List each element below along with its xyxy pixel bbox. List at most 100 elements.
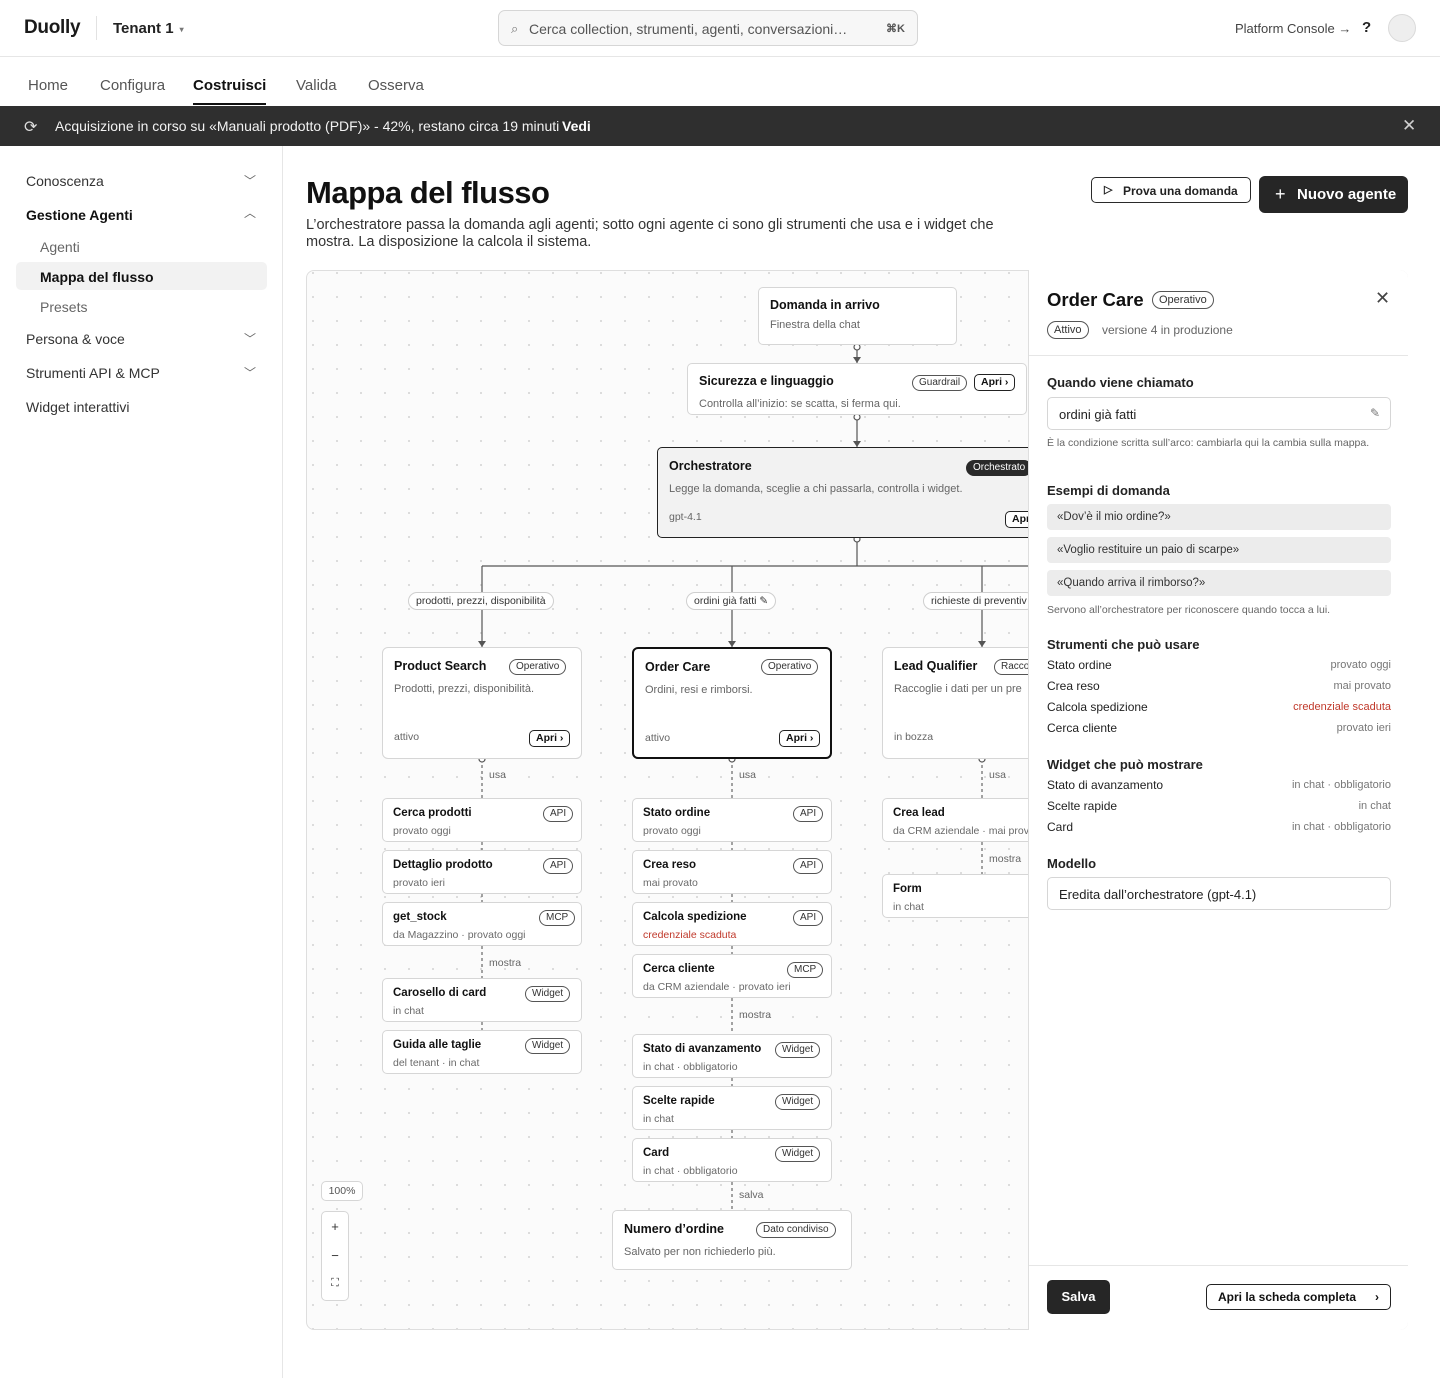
sidebar-item-persona-voce[interactable]: Persona & voce xyxy=(26,331,125,347)
close-icon[interactable]: ✕ xyxy=(1375,288,1390,309)
help-icon[interactable]: ? xyxy=(1362,19,1371,36)
kind-badge: Widget xyxy=(525,986,571,1002)
widget-status: in chat xyxy=(643,1113,674,1125)
widget-row[interactable]: Card in chat · obbligatorio xyxy=(1047,820,1391,836)
example-item[interactable]: «Dov’è il mio ordine?» xyxy=(1047,504,1391,530)
tenant-selector[interactable]: Tenant 1 ▾ xyxy=(113,20,184,37)
tool-node[interactable]: Crea reso API mai provato xyxy=(632,850,832,894)
zoom-out-button[interactable]: − xyxy=(322,1248,348,1263)
trigger-heading: Quando viene chiamato xyxy=(1047,375,1194,390)
agent-card[interactable]: Product Search Operativo Prodotti, prezz… xyxy=(382,647,582,759)
tool-name: Calcola spedizione xyxy=(643,911,747,923)
page-title: Mappa del flusso xyxy=(306,175,550,210)
close-icon[interactable]: ✕ xyxy=(1402,116,1416,136)
brand-logo[interactable]: Duolly xyxy=(24,17,81,39)
avatar[interactable] xyxy=(1388,14,1416,42)
sidebar-item-widget[interactable]: Widget interattivi xyxy=(26,399,129,415)
widget-row[interactable]: Scelte rapide in chat xyxy=(1047,799,1391,815)
sidebar-item-presets[interactable]: Presets xyxy=(40,299,87,315)
top-bar: Duolly Tenant 1 ▾ ⌕ ⌘K Platform Console →… xyxy=(0,0,1440,57)
open-full-card-button[interactable]: Apri la scheda completa › xyxy=(1206,1284,1391,1310)
tool-row[interactable]: Crea reso mai provato xyxy=(1047,679,1391,695)
search-input[interactable] xyxy=(529,18,869,40)
open-button[interactable]: Apri › xyxy=(529,730,571,747)
chevron-up-icon[interactable]: ︿ xyxy=(244,204,256,221)
chevron-down-icon: ▾ xyxy=(179,24,184,34)
search-shortcut: ⌘K xyxy=(886,23,905,35)
tool-name: get_stock xyxy=(393,911,447,923)
edge-label[interactable]: richieste di preventiv xyxy=(923,592,1035,610)
panel-title: Order Care xyxy=(1047,289,1144,310)
agent-description: Prodotti, prezzi, disponibilità. xyxy=(394,683,535,695)
orchestrator-node[interactable]: Orchestratore Orchestrato Legge la doman… xyxy=(657,447,1057,538)
banner-view-link[interactable]: Vedi xyxy=(562,118,591,134)
trigger-value: ordini già fatti xyxy=(1059,407,1137,422)
tool-row[interactable]: Cerca cliente provato ieri xyxy=(1047,721,1391,737)
zoom-in-button[interactable]: + xyxy=(322,1219,348,1234)
node-title: Numero d’ordine xyxy=(624,1222,725,1236)
tool-node[interactable]: Calcola spedizione API credenziale scadu… xyxy=(632,902,832,946)
tool-node[interactable]: Cerca cliente MCP da CRM aziendale · pro… xyxy=(632,954,832,998)
status-badge: Operativo xyxy=(509,659,567,675)
sidebar-item-agenti[interactable]: Agenti xyxy=(40,239,80,255)
open-button[interactable]: Apri › xyxy=(974,374,1016,391)
tab-valida[interactable]: Valida xyxy=(296,77,337,94)
global-search[interactable]: ⌕ ⌘K xyxy=(498,10,918,46)
example-item[interactable]: «Voglio restituire un paio di scarpe» xyxy=(1047,537,1391,563)
widget-node[interactable]: Guida alle taglie Widget del tenant · in… xyxy=(382,1030,582,1074)
tool-status: da Magazzino · provato oggi xyxy=(393,929,526,941)
incoming-question-node[interactable]: Domanda in arrivo Finestra della chat xyxy=(758,287,957,345)
platform-console-link[interactable]: Platform Console → xyxy=(1235,21,1351,36)
try-question-button[interactable]: ▷ Prova una domanda xyxy=(1091,177,1251,203)
widget-node[interactable]: Card Widget in chat · obbligatorio xyxy=(632,1138,832,1182)
edit-icon: ✎ xyxy=(759,595,769,607)
edit-icon[interactable]: ✎ xyxy=(1370,406,1380,420)
widget-node[interactable]: Scelte rapide Widget in chat xyxy=(632,1086,832,1130)
tab-osserva[interactable]: Osserva xyxy=(368,77,424,94)
page-description: L’orchestratore passa la domanda agli ag… xyxy=(306,217,994,250)
sidebar-item-mappa-del-flusso[interactable]: Mappa del flusso xyxy=(40,269,154,285)
shared-data-node[interactable]: Numero d’ordine Dato condiviso Salvato p… xyxy=(612,1210,852,1270)
sidebar-item-gestione-agenti[interactable]: Gestione Agenti xyxy=(26,207,133,223)
tool-node[interactable]: Stato ordine API provato oggi xyxy=(632,798,832,842)
sidebar-item-conoscenza[interactable]: Conoscenza xyxy=(26,173,104,189)
tab-costruisci[interactable]: Costruisci xyxy=(193,77,267,105)
divider xyxy=(1029,355,1408,356)
chevron-down-icon[interactable]: ﹀ xyxy=(244,364,256,381)
chevron-down-icon[interactable]: ﹀ xyxy=(244,330,256,347)
widget-status: in chat · obbligatorio xyxy=(643,1061,738,1073)
edge-label[interactable]: prodotti, prezzi, disponibilità xyxy=(408,592,554,610)
tool-node[interactable]: Cerca prodotti API provato oggi xyxy=(382,798,582,842)
widget-status: in chat · obbligatorio xyxy=(643,1165,738,1177)
trigger-field[interactable]: ordini già fatti ✎ xyxy=(1047,397,1391,430)
agent-status: in bozza xyxy=(894,731,934,743)
open-button[interactable]: Apri › xyxy=(779,730,821,747)
fit-view-icon[interactable]: ⛶ xyxy=(322,1277,348,1290)
node-subtitle: Salvato per non richiederlo più. xyxy=(624,1246,776,1258)
tool-node[interactable]: get_stock MCP da Magazzino · provato ogg… xyxy=(382,902,582,946)
tool-status-error: credenziale scaduta xyxy=(643,929,737,941)
sidebar-item-strumenti[interactable]: Strumenti API & MCP xyxy=(26,365,160,381)
model-field[interactable]: Eredita dall’orchestratore (gpt-4.1) xyxy=(1047,877,1391,910)
play-icon: ▷ xyxy=(1104,184,1113,196)
new-agent-button[interactable]: + Nuovo agente xyxy=(1259,176,1408,213)
guardrail-node[interactable]: Sicurezza e linguaggio Guardrail Apri › … xyxy=(687,363,1027,415)
chevron-down-icon[interactable]: ﹀ xyxy=(244,172,256,189)
tool-name: Cerca prodotti xyxy=(393,807,472,819)
tab-home[interactable]: Home xyxy=(28,77,68,94)
tenant-name: Tenant 1 xyxy=(113,20,174,37)
tool-row[interactable]: Calcola spedizione credenziale scaduta xyxy=(1047,700,1391,716)
save-button[interactable]: Salva xyxy=(1047,1280,1110,1314)
tool-row[interactable]: Stato ordine provato oggi xyxy=(1047,658,1391,674)
node-subtitle: Controlla all’inizio: se scatta, si ferm… xyxy=(699,398,901,410)
widget-row[interactable]: Stato di avanzamento in chat · obbligator… xyxy=(1047,778,1391,794)
tool-node[interactable]: Dettaglio prodotto API provato ieri xyxy=(382,850,582,894)
example-item[interactable]: «Quando arriva il rimborso?» xyxy=(1047,570,1391,596)
widget-node[interactable]: Stato di avanzamento Widget in chat · ob… xyxy=(632,1034,832,1078)
widget-node[interactable]: Carosello di card Widget in chat xyxy=(382,978,582,1022)
agent-card-selected[interactable]: Order Care Operativo Ordini, resi e rimb… xyxy=(632,647,832,759)
tool-status: provato ieri xyxy=(393,877,445,889)
tab-configura[interactable]: Configura xyxy=(100,77,165,94)
model-value: Eredita dall’orchestratore (gpt-4.1) xyxy=(1059,887,1257,902)
edge-label-selected[interactable]: ordini già fatti ✎ xyxy=(686,592,777,610)
